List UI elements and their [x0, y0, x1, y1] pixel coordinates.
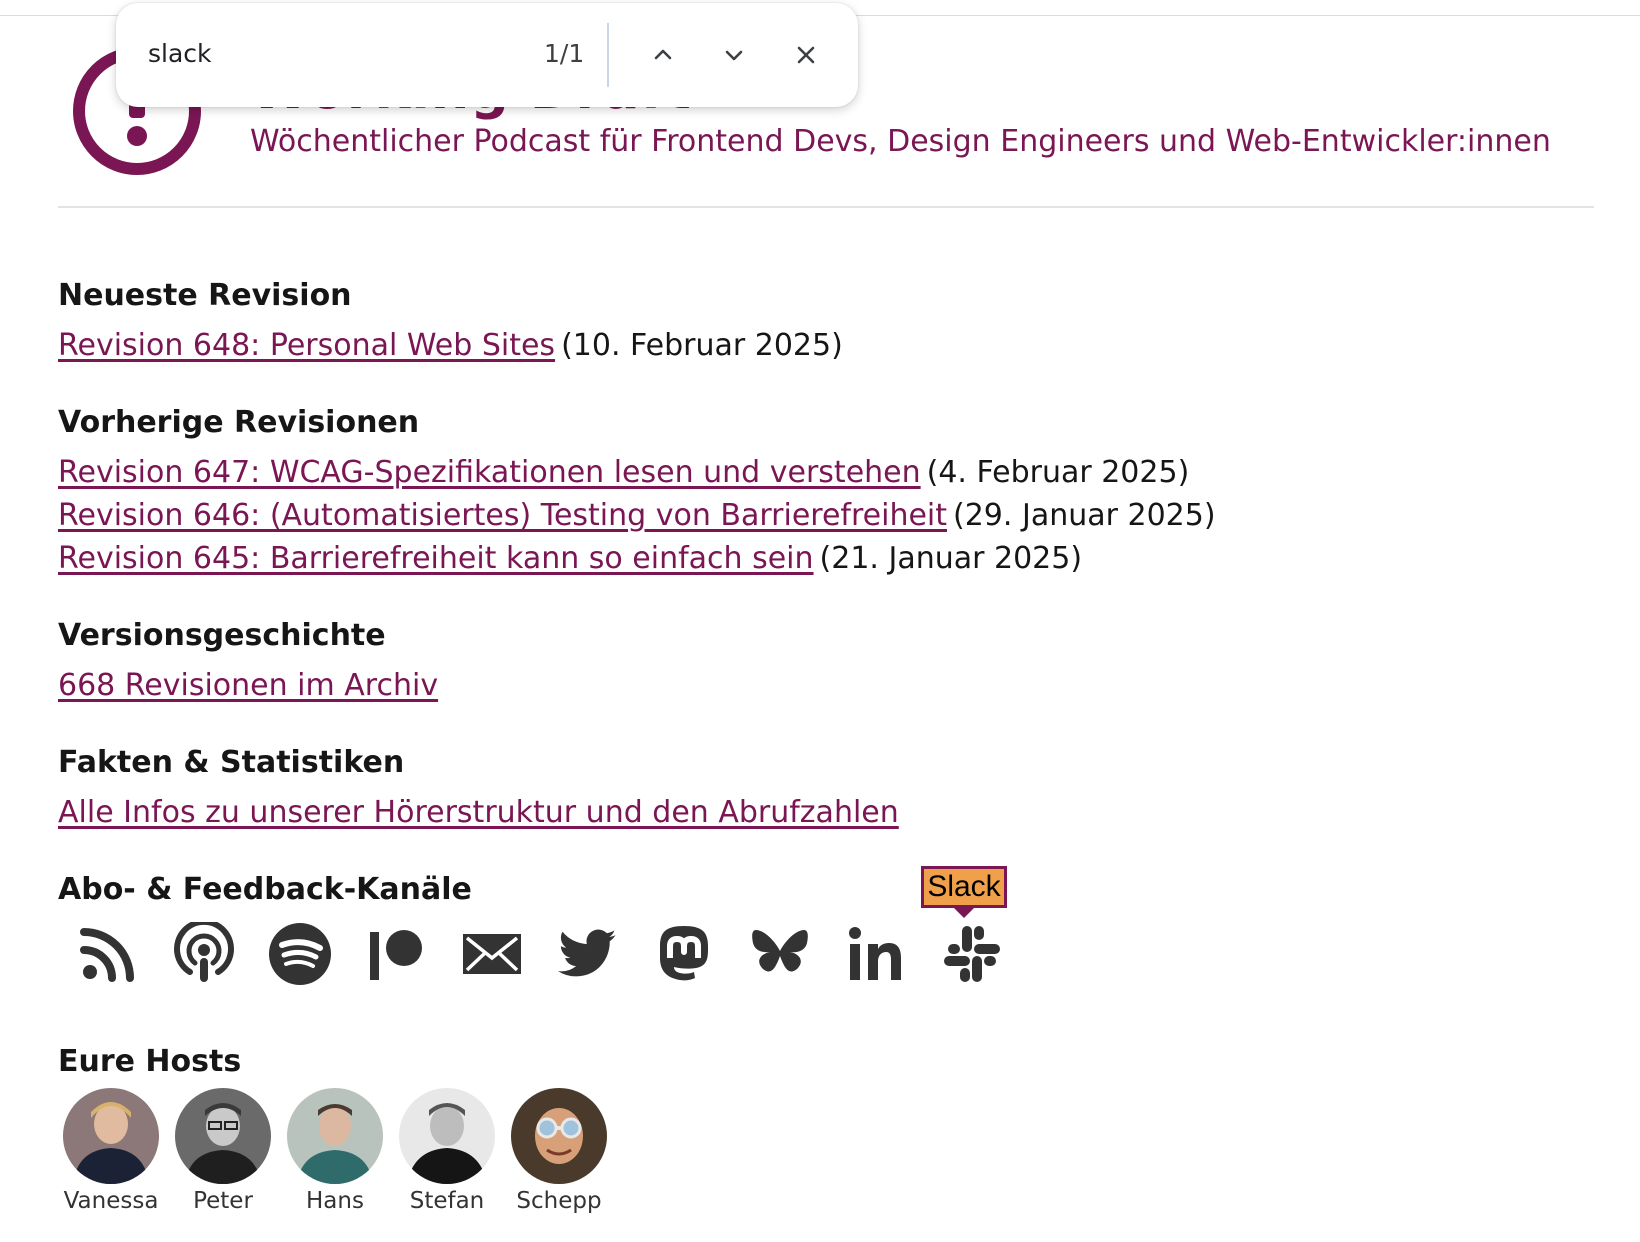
host-name: Peter: [193, 1188, 253, 1214]
host-name: Vanessa: [63, 1188, 159, 1214]
revision-date: (21. Januar 2025): [819, 541, 1083, 576]
list-item: Revision 647: WCAG-Spezifikationen lesen…: [58, 455, 1189, 490]
mastodon-icon: [660, 926, 708, 981]
tooltip-arrow: [954, 908, 974, 918]
bluesky-link[interactable]: [744, 918, 816, 990]
channels-heading: Abo- & Feedback-Kanäle: [58, 872, 472, 907]
revision-648-link[interactable]: Revision 648: Personal Web Sites: [58, 328, 555, 363]
history-item: 668 Revisionen im Archiv: [58, 668, 438, 703]
slack-tooltip: Slack: [921, 866, 1007, 908]
bluesky-icon: [752, 930, 808, 972]
spotify-icon: [269, 923, 331, 985]
site-subtitle: Wöchentlicher Podcast für Frontend Devs,…: [250, 124, 1551, 159]
find-previous-button[interactable]: [643, 35, 683, 75]
archive-link[interactable]: 668 Revisionen im Archiv: [58, 668, 438, 703]
avatar: [175, 1088, 271, 1184]
mail-icon: [463, 934, 521, 974]
latest-revision-heading: Neueste Revision: [58, 278, 352, 313]
find-close-button[interactable]: [786, 35, 826, 75]
patreon-link[interactable]: [360, 918, 432, 990]
host-name: Hans: [306, 1188, 364, 1214]
revision-date: (10. Februar 2025): [561, 328, 843, 363]
list-item: Revision 645: Barrierefreiheit kann so e…: [58, 541, 1082, 576]
close-icon: [797, 46, 815, 64]
facts-item: Alle Infos zu unserer Hörerstruktur und …: [58, 795, 899, 830]
linkedin-icon: [849, 927, 901, 980]
podcast-icon: [174, 922, 234, 982]
latest-revision-item: Revision 648: Personal Web Sites (10. Feb…: [58, 328, 843, 363]
revision-645-link[interactable]: Revision 645: Barrierefreiheit kann so e…: [58, 541, 814, 576]
find-bar: slack 1/1: [116, 3, 858, 107]
mastodon-link[interactable]: [648, 918, 720, 990]
chevron-up-icon: [654, 49, 672, 60]
host-name: Schepp: [516, 1188, 602, 1214]
find-separator: [607, 23, 609, 87]
host-schepp[interactable]: Schepp: [504, 1088, 614, 1214]
find-input[interactable]: slack: [148, 39, 212, 68]
facts-heading: Fakten & Statistiken: [58, 745, 405, 780]
avatar: [287, 1088, 383, 1184]
revision-646-link[interactable]: Revision 646: (Automatisiertes) Testing …: [58, 498, 947, 533]
host-hans[interactable]: Hans: [280, 1088, 390, 1214]
revision-date: (4. Februar 2025): [926, 455, 1190, 490]
host-vanessa[interactable]: Vanessa: [56, 1088, 166, 1214]
rss-icon: [80, 928, 134, 982]
history-heading: Versionsgeschichte: [58, 618, 386, 653]
revision-647-link[interactable]: Revision 647: WCAG-Spezifikationen lesen…: [58, 455, 921, 490]
host-stefan[interactable]: Stefan: [392, 1088, 502, 1214]
hosts-heading: Eure Hosts: [58, 1044, 242, 1079]
avatar: [399, 1088, 495, 1184]
chevron-down-icon: [725, 50, 743, 61]
host-peter[interactable]: Peter: [168, 1088, 278, 1214]
header-divider: [58, 206, 1594, 208]
rss-link[interactable]: [72, 918, 144, 990]
linkedin-link[interactable]: [840, 918, 912, 990]
find-match-count: 1/1: [544, 39, 585, 68]
slack-link[interactable]: [936, 918, 1008, 990]
find-next-button[interactable]: [714, 35, 754, 75]
slack-icon: [944, 926, 1000, 982]
statistics-link[interactable]: Alle Infos zu unserer Hörerstruktur und …: [58, 795, 899, 830]
twitter-link[interactable]: [552, 918, 624, 990]
patreon-icon: [370, 930, 422, 980]
twitter-icon: [558, 929, 616, 977]
apple-podcasts-link[interactable]: [168, 918, 240, 990]
avatar: [511, 1088, 607, 1184]
revision-date: (29. Januar 2025): [953, 498, 1216, 533]
host-name: Stefan: [409, 1188, 485, 1214]
mail-link[interactable]: [456, 918, 528, 990]
spotify-link[interactable]: [264, 918, 336, 990]
previous-revisions-heading: Vorherige Revisionen: [58, 405, 420, 440]
avatar: [63, 1088, 159, 1184]
list-item: Revision 646: (Automatisiertes) Testing …: [58, 498, 1216, 533]
